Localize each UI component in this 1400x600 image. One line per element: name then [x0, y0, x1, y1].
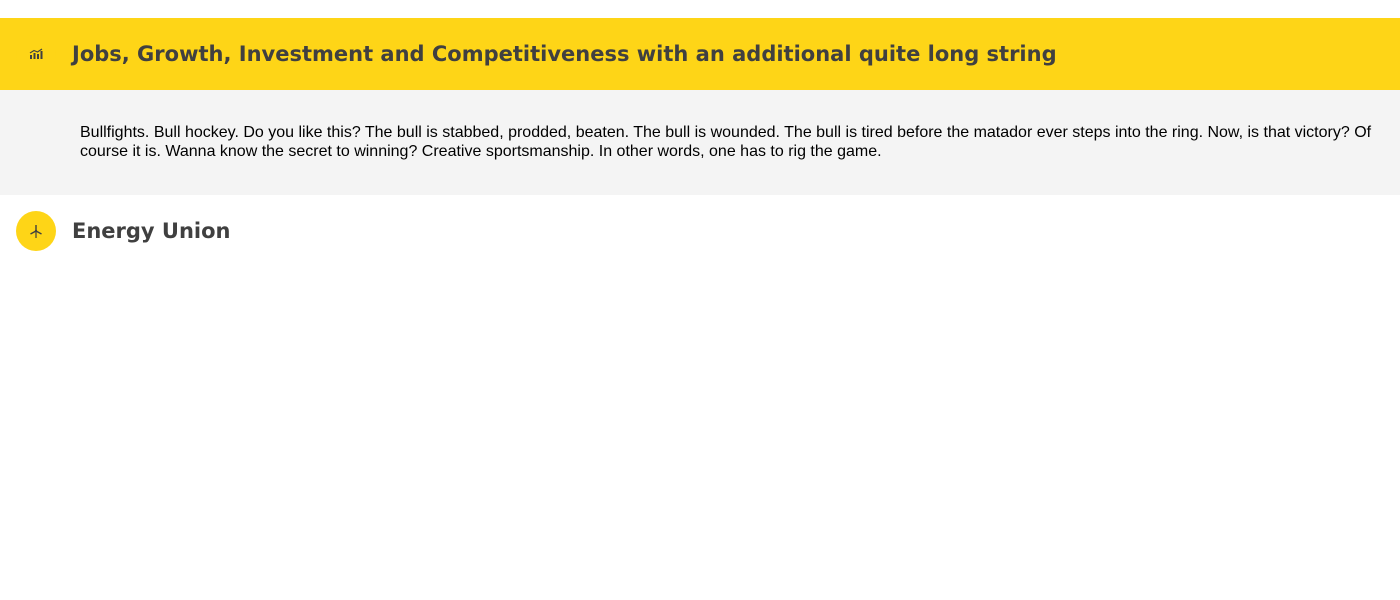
accordion-header-jobs-growth[interactable]: Jobs, Growth, Investment and Competitive…: [0, 18, 1400, 90]
accordion-title: Jobs, Growth, Investment and Competitive…: [72, 42, 1057, 66]
accordion-header-energy-union[interactable]: Energy Union: [0, 195, 1400, 267]
wind-turbine-icon: [16, 211, 56, 251]
growth-chart-icon: [16, 34, 56, 74]
accordion-panel-text: Bullfights. Bull hockey. Do you like thi…: [80, 124, 1372, 160]
accordion-title: Energy Union: [72, 219, 231, 243]
accordion: Jobs, Growth, Investment and Competitive…: [0, 0, 1400, 267]
accordion-panel-jobs-growth: Bullfights. Bull hockey. Do you like thi…: [0, 90, 1400, 195]
